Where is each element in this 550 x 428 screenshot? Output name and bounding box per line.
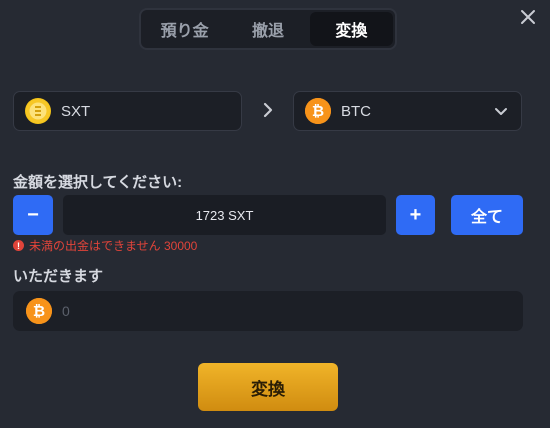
from-currency-select[interactable]: SXT [13, 91, 242, 131]
receive-value: 0 [62, 303, 70, 319]
all-button[interactable]: 全て [451, 195, 523, 235]
svg-text:₿: ₿ [312, 102, 324, 120]
to-currency-label: BTC [341, 102, 371, 120]
bitcoin-icon: ₿ [26, 298, 52, 324]
alert-icon: ! [13, 240, 24, 251]
mode-tabs: 預り金 撤退 変換 [139, 8, 397, 50]
amount-error: ! 未満の出金はできません 30000 [13, 237, 197, 254]
close-icon[interactable] [519, 8, 537, 26]
tab-convert[interactable]: 変換 [309, 12, 393, 46]
bitcoin-icon: ₿ [305, 98, 331, 124]
from-currency-label: SXT [61, 102, 91, 120]
svg-text:₿: ₿ [33, 302, 45, 320]
amount-input[interactable]: 1723 SXT [63, 195, 386, 235]
decrease-button[interactable]: − [13, 195, 53, 235]
convert-button[interactable]: 変換 [198, 363, 338, 411]
sxt-coin-icon [25, 98, 51, 124]
tab-deposit[interactable]: 預り金 [143, 12, 226, 46]
chevron-down-icon [495, 108, 507, 115]
receive-output: ₿ 0 [13, 291, 523, 331]
receive-label: いただきます [13, 268, 104, 285]
chevron-right-icon [263, 102, 273, 118]
to-currency-select[interactable]: ₿ BTC [293, 91, 522, 131]
tab-withdraw[interactable]: 撤退 [226, 12, 309, 46]
error-text: 未満の出金はできません 30000 [29, 239, 198, 253]
amount-label: 金額を選択してください: [13, 174, 183, 191]
increase-button[interactable]: + [396, 195, 435, 235]
